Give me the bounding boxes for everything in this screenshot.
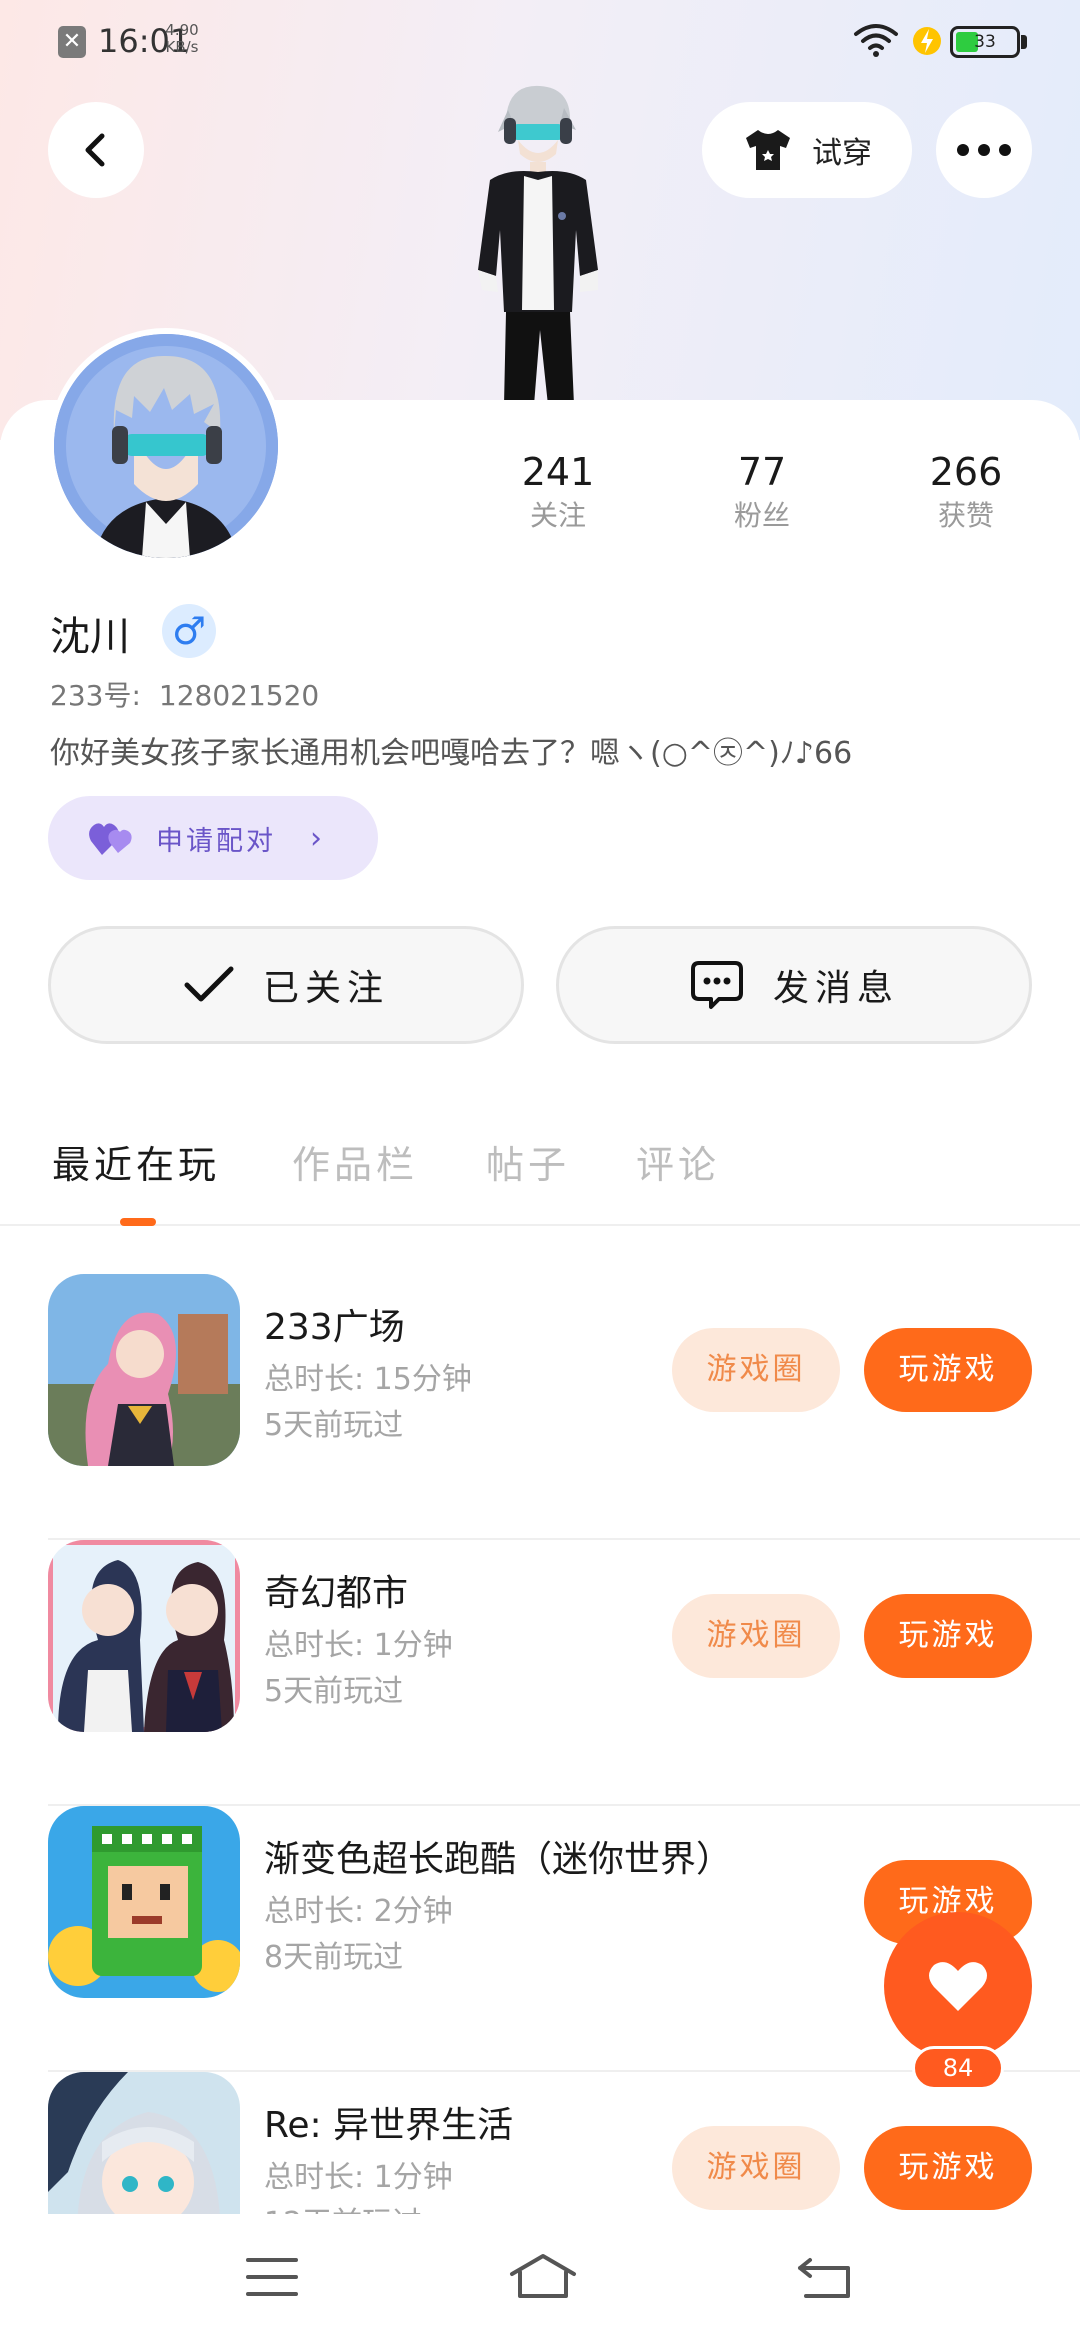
back-button[interactable] [48, 102, 144, 198]
system-navigation-bar [0, 2214, 1080, 2340]
game-last-played: 5天前玩过 [264, 1408, 404, 1443]
apply-match-label: 申请配对 [156, 825, 276, 857]
list-item[interactable]: Re: 异世界生活 总时长: 1分钟 12天前玩过 游戏圈 玩游戏 [0, 2072, 1080, 2214]
game-title: 奇幻都市 [264, 1573, 409, 1614]
followed-button[interactable]: 已关注 [48, 926, 524, 1044]
double-heart-icon [89, 823, 132, 855]
battery-icon: 33 [950, 26, 1020, 58]
game-duration: 总时长: 1分钟 [264, 1628, 453, 1663]
home-icon[interactable] [508, 2252, 578, 2302]
chevron-left-icon [85, 133, 105, 167]
play-game-button[interactable]: 玩游戏 [864, 1594, 1032, 1678]
profile-tabs: 最近在玩 作品栏 帖子 评论 [0, 1120, 1080, 1226]
game-last-played: 12天前玩过 [264, 2198, 422, 2214]
tab-recently-played[interactable]: 最近在玩 [52, 1134, 220, 1189]
more-button[interactable] [936, 102, 1032, 198]
back-nav-icon[interactable] [796, 2252, 856, 2302]
network-speed-value: 4.90 [165, 21, 199, 39]
list-item[interactable]: 奇幻都市 总时长: 1分钟 5天前玩过 游戏圈 玩游戏 [0, 1540, 1080, 1806]
game-duration: 总时长: 1分钟 [264, 2160, 453, 2195]
play-game-button[interactable]: 玩游戏 [864, 1328, 1032, 1412]
chat-bubble-icon [690, 961, 743, 1009]
list-item[interactable]: 233广场 总时长: 15分钟 5天前玩过 游戏圈 玩游戏 [0, 1274, 1080, 1540]
more-dots-icon [957, 144, 1011, 156]
play-game-button[interactable]: 玩游戏 [864, 2126, 1032, 2210]
try-on-button[interactable]: 试穿 [702, 102, 912, 198]
apply-match-button[interactable]: 申请配对 › [48, 796, 378, 880]
heart-icon [929, 1962, 987, 2011]
chevron-right-icon: › [310, 820, 322, 856]
status-bar: ✕ 16:01 4.90 KB/s 33 [0, 0, 1080, 84]
game-circle-button[interactable]: 游戏圈 [672, 1328, 840, 1412]
battery-cap [1021, 35, 1027, 49]
game-last-played: 5天前玩过 [264, 1674, 404, 1709]
user-name: 沈川 [50, 614, 130, 660]
notification-icon: ✕ [58, 26, 86, 58]
likes-count: 266 [929, 450, 1003, 494]
tab-works[interactable]: 作品栏 [292, 1134, 418, 1189]
checkmark-icon [184, 966, 234, 1002]
user-id: 233号: 128021520 [50, 674, 319, 714]
user-bio: 你好美女孩子家长通用机会吧嘎哈去了？嗯ヽ(○^㉨^)ﾉ♪66 [50, 736, 853, 771]
send-message-label: 发消息 [772, 968, 899, 1009]
wifi-icon [854, 24, 898, 57]
male-gender-icon: ♂ [162, 604, 216, 658]
like-count-badge: 84 [912, 2046, 1004, 2090]
menu-icon[interactable] [242, 2252, 302, 2302]
game-duration: 总时长: 15分钟 [264, 1362, 472, 1397]
likes-label: 获赞 [937, 499, 994, 532]
game-title: 233广场 [264, 1307, 405, 1348]
stat-following[interactable]: 241 关注 [488, 448, 628, 536]
tab-posts[interactable]: 帖子 [486, 1134, 570, 1189]
game-duration: 总时长: 2分钟 [264, 1894, 453, 1929]
game-icon-fantasy-city[interactable] [48, 1540, 240, 1732]
try-on-label: 试穿 [812, 136, 872, 171]
network-speed: 4.90 KB/s [162, 22, 202, 56]
following-label: 关注 [529, 499, 586, 532]
following-count: 241 [521, 450, 595, 494]
game-title: Re: 异世界生活 [264, 2105, 514, 2146]
battery-level: 33 [974, 32, 996, 52]
game-last-played: 8天前玩过 [264, 1940, 404, 1975]
game-title: 渐变色超长跑酷（迷你世界） [264, 1839, 733, 1880]
avatar[interactable] [48, 328, 284, 564]
user-id-value[interactable]: 128021520 [159, 679, 319, 712]
like-floating-button[interactable] [884, 1912, 1032, 2060]
stat-likes[interactable]: 266 获赞 [896, 448, 1036, 536]
game-circle-button[interactable]: 游戏圈 [672, 1594, 840, 1678]
game-icon-re-zero[interactable] [48, 2072, 240, 2214]
avatar-image [54, 334, 278, 558]
game-circle-button[interactable]: 游戏圈 [672, 2126, 840, 2210]
charging-icon [913, 27, 941, 55]
send-message-button[interactable]: 发消息 [556, 926, 1032, 1044]
avatar-full-body-figure [478, 85, 598, 405]
active-tab-indicator [120, 1218, 156, 1226]
followed-label: 已关注 [262, 968, 389, 1009]
tab-comments[interactable]: 评论 [636, 1134, 720, 1189]
user-id-label: 233号: [50, 679, 141, 712]
game-icon-mini-world-parkour[interactable] [48, 1806, 240, 1998]
followers-label: 粉丝 [733, 499, 790, 532]
tshirt-icon [746, 130, 790, 170]
game-icon-233-square[interactable] [48, 1274, 240, 1466]
network-speed-unit: KB/s [165, 38, 199, 56]
followers-count: 77 [737, 450, 787, 494]
stat-followers[interactable]: 77 粉丝 [692, 448, 832, 536]
